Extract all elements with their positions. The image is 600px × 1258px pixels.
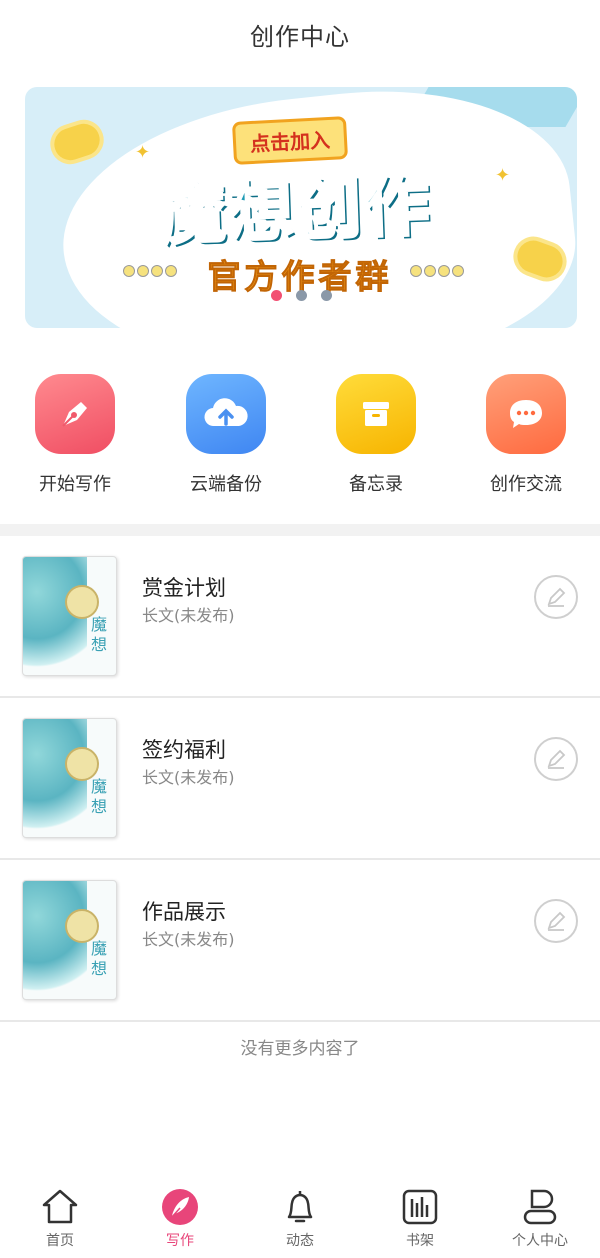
work-status: 长文(未发布)	[142, 930, 235, 949]
chat-bubble-icon	[486, 374, 566, 454]
promo-banner[interactable]: ✦ ✦ ✦ 点击加入 魔想创作 官方作者群	[25, 87, 577, 328]
book-cover: 魔想	[22, 718, 117, 838]
list-item[interactable]: 魔想 作品展示 长文(未发布)	[0, 860, 600, 1022]
pager-dot-active[interactable]	[271, 290, 282, 301]
tab-profile[interactable]: 个人中心	[500, 1186, 580, 1250]
cloud-backup-button[interactable]: 云端备份	[166, 374, 286, 496]
book-cover: 魔想	[22, 880, 117, 1000]
pager-dot[interactable]	[296, 290, 307, 301]
book-cover: 魔想	[22, 556, 117, 676]
macaron-icon	[45, 114, 109, 170]
pencil-icon	[547, 587, 566, 607]
pencil-icon	[547, 749, 566, 769]
quick-actions: 开始写作 云端备份 备忘录 创作交流	[0, 374, 600, 495]
pager-dot[interactable]	[321, 290, 332, 301]
tab-bookshelf[interactable]: 书架	[380, 1186, 460, 1250]
work-title: 签约福利	[142, 738, 226, 762]
list-item[interactable]: 魔想 赏金计划 长文(未发布)	[0, 536, 600, 698]
page-header: 创作中心	[0, 0, 600, 68]
cover-text: 魔想	[90, 615, 107, 654]
banner-pager	[271, 290, 332, 301]
edit-button[interactable]	[534, 575, 578, 619]
sparkle-icon: ✦	[85, 287, 101, 308]
tab-label: 个人中心	[512, 1233, 568, 1249]
quick-action-label: 云端备份	[190, 474, 262, 495]
bottom-tabbar: 首页 写作 动态 书架 个人中心	[0, 1180, 600, 1258]
sparkle-icon: ✦	[495, 165, 511, 186]
edit-button[interactable]	[534, 899, 578, 943]
tab-home[interactable]: 首页	[20, 1186, 100, 1250]
sparkle-icon: ✦	[135, 142, 151, 163]
cover-text: 魔想	[90, 939, 107, 978]
list-end-text: 没有更多内容了	[240, 1039, 360, 1059]
bookshelf-icon	[380, 1186, 460, 1228]
start-writing-button[interactable]: 开始写作	[15, 374, 135, 496]
home-icon	[20, 1186, 100, 1228]
tab-label: 首页	[46, 1233, 74, 1249]
tab-activity[interactable]: 动态	[260, 1186, 340, 1250]
work-status: 长文(未发布)	[142, 606, 235, 625]
tab-label: 动态	[286, 1233, 314, 1249]
tab-label: 写作	[166, 1233, 194, 1249]
work-status: 长文(未发布)	[142, 768, 235, 787]
archive-box-icon	[336, 374, 416, 454]
work-title: 赏金计划	[142, 576, 226, 600]
tab-label: 书架	[406, 1233, 434, 1249]
edit-button[interactable]	[534, 737, 578, 781]
creative-exchange-button[interactable]: 创作交流	[466, 374, 586, 496]
chick-decoration	[123, 265, 177, 277]
section-divider	[0, 524, 600, 536]
feather-icon	[140, 1186, 220, 1228]
cloud-upload-icon	[186, 374, 266, 454]
banner-headline: 魔想创作	[156, 166, 434, 255]
user-icon	[500, 1186, 580, 1228]
quick-action-label: 创作交流	[490, 474, 562, 495]
work-title: 作品展示	[142, 900, 226, 924]
quick-action-label: 备忘录	[349, 474, 403, 495]
memo-button[interactable]: 备忘录	[316, 374, 436, 496]
bell-icon	[260, 1186, 340, 1228]
page-title: 创作中心	[250, 22, 350, 51]
quick-action-label: 开始写作	[39, 474, 111, 495]
pencil-icon	[547, 911, 566, 931]
tab-writing[interactable]: 写作	[140, 1186, 220, 1250]
pen-icon	[35, 374, 115, 454]
chick-decoration	[410, 265, 464, 277]
list-item[interactable]: 魔想 签约福利 长文(未发布)	[0, 698, 600, 860]
cover-text: 魔想	[90, 777, 107, 816]
